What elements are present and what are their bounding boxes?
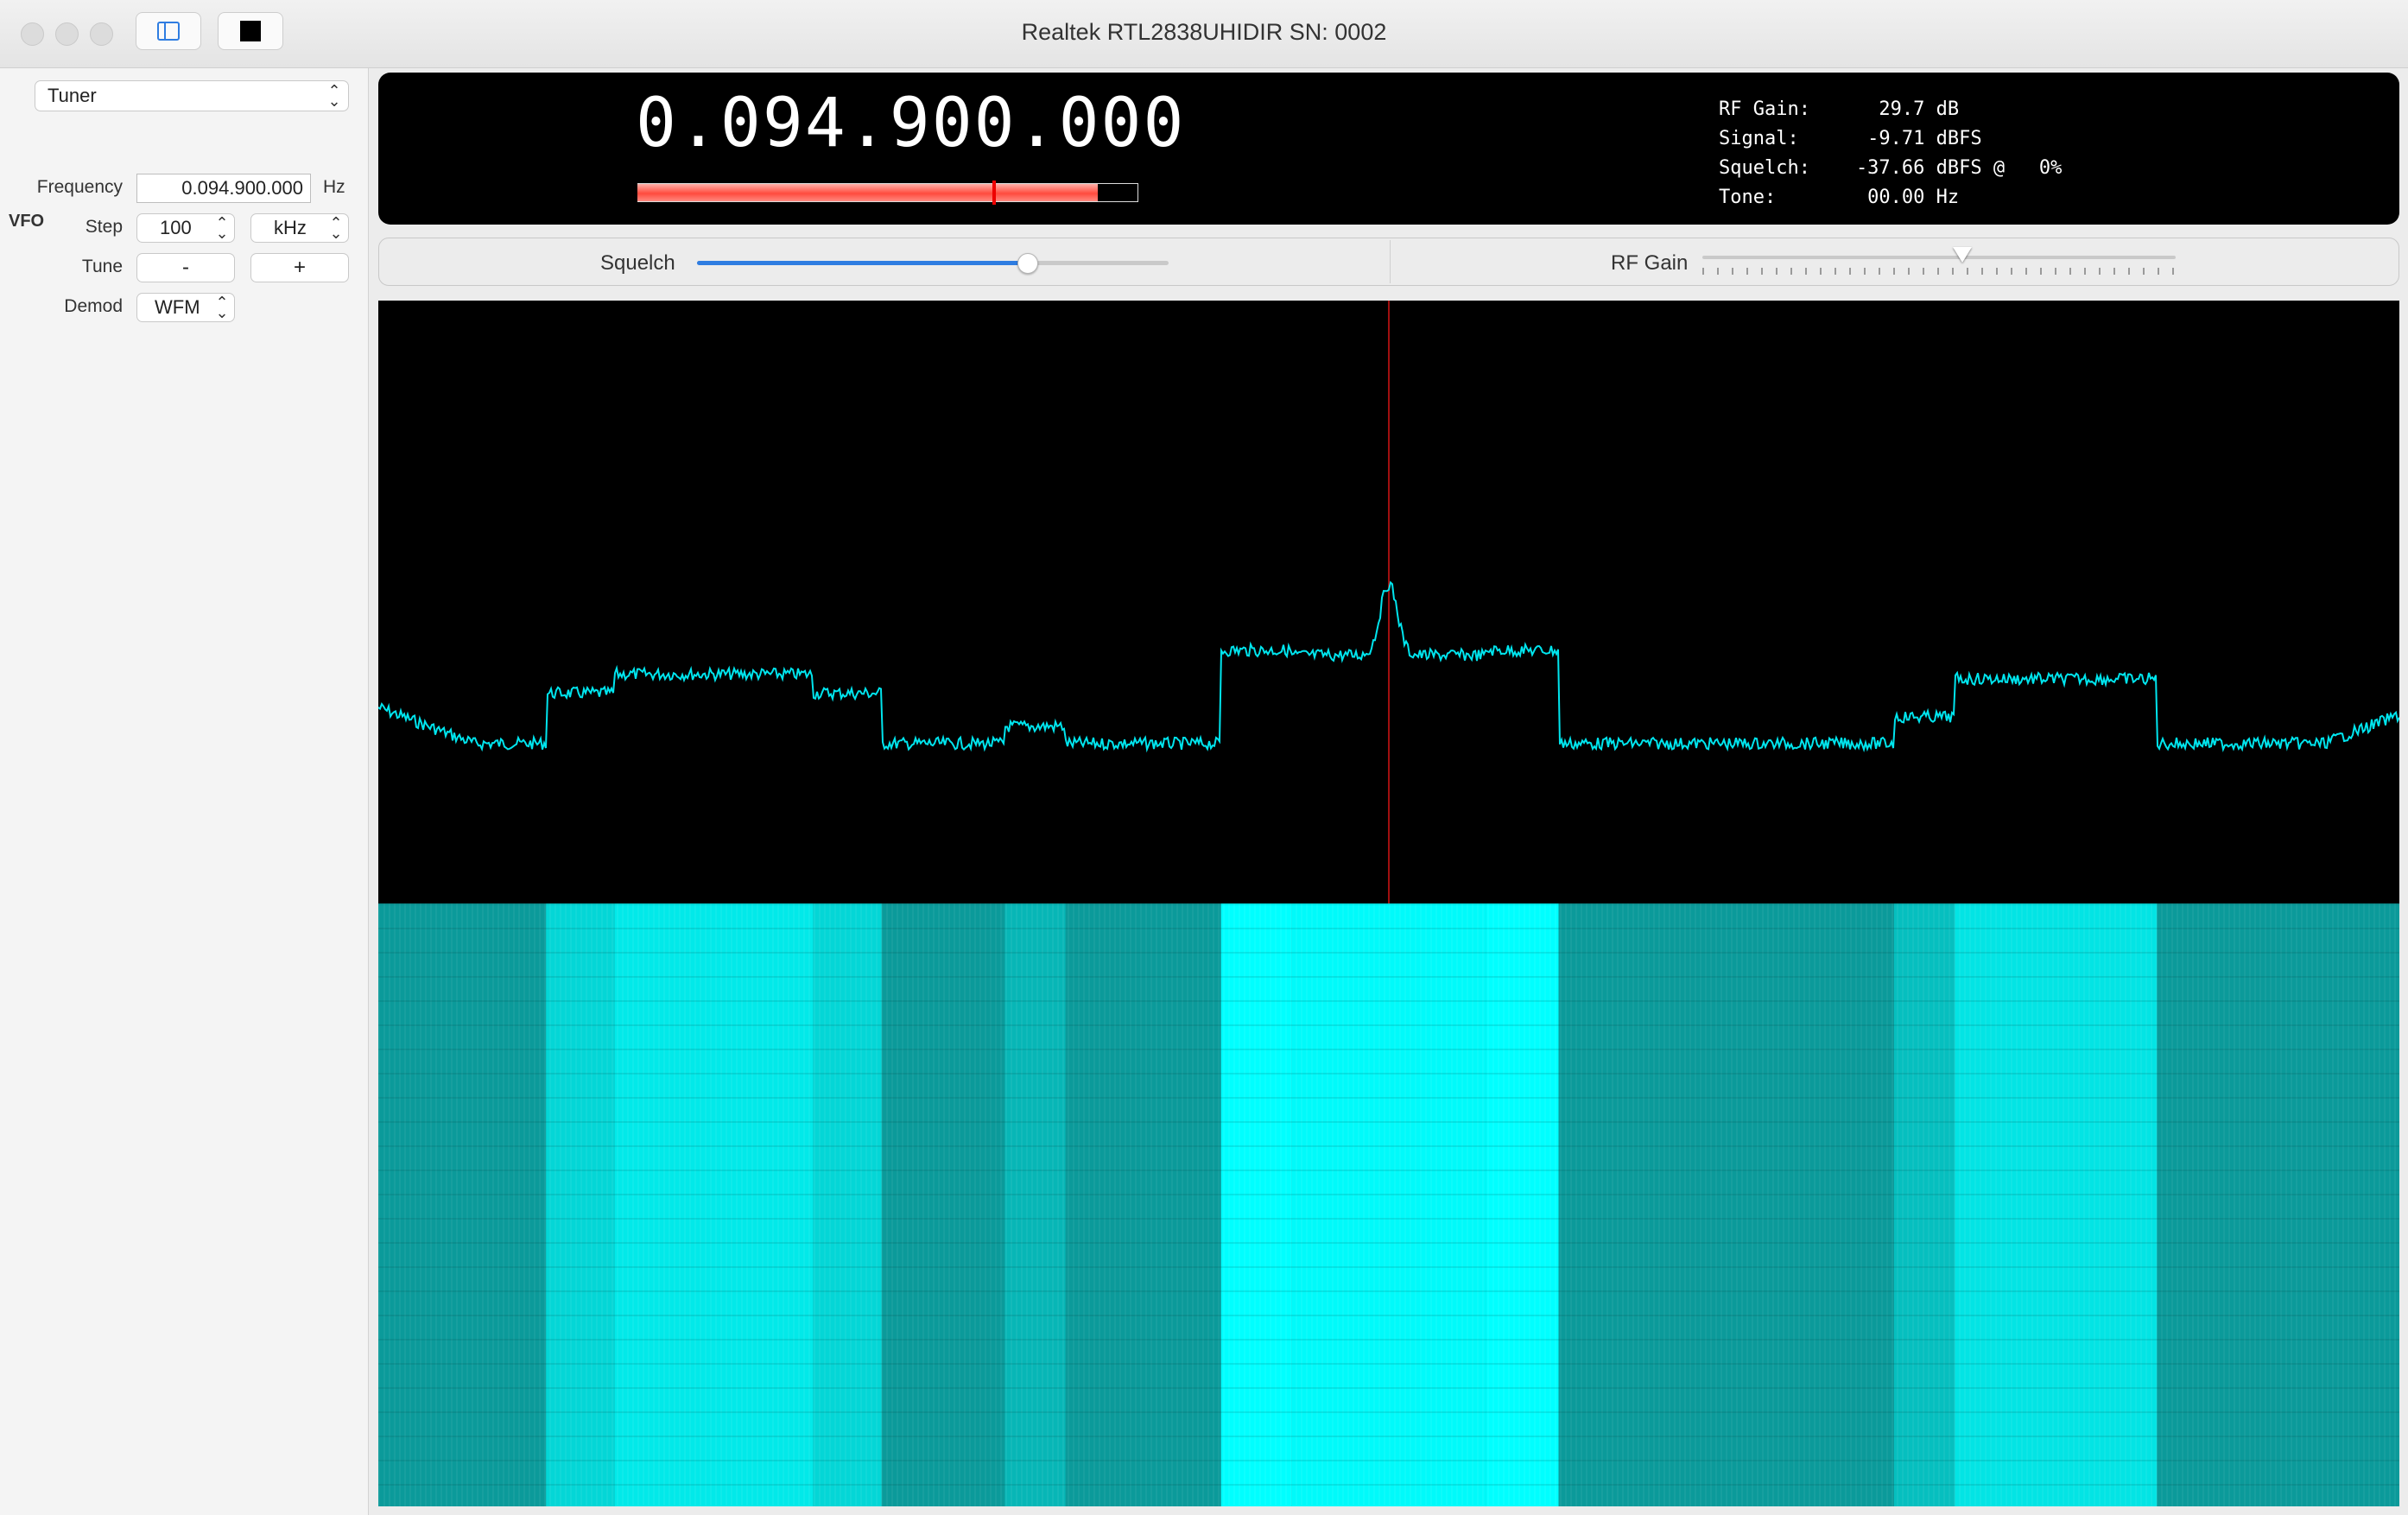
panel-select[interactable]: Tuner ⌃ ⌄ xyxy=(35,80,349,111)
waterfall-display[interactable] xyxy=(378,903,2399,1506)
squelch-readout: Squelch: -37.66 dBFS @ 0% xyxy=(1719,157,2063,179)
step-unit-select[interactable]: kHz ⌃ ⌄ xyxy=(250,213,349,243)
tune-down-button[interactable]: - xyxy=(136,253,235,282)
signal-meter-fill xyxy=(637,184,1098,201)
sidebar: Tuner ⌃ ⌄ VFO Frequency 0.094.900.000 Hz … xyxy=(0,68,369,1515)
tune-up-button[interactable]: + xyxy=(250,253,349,282)
signal-stats: RF Gain: 29.7 dB Signal: -9.71 dBFS Sque… xyxy=(1719,95,2062,212)
panel-select-value: Tuner xyxy=(48,85,97,106)
step-select[interactable]: 100 ⌃ ⌄ xyxy=(136,213,235,243)
squelch-label: Squelch xyxy=(600,251,675,275)
rf-gain-readout: RF Gain: 29.7 dB xyxy=(1719,98,1960,120)
rf-gain-slider-knob[interactable] xyxy=(1953,247,1973,263)
tone-readout: Tone: 00.00 Hz xyxy=(1719,187,1960,208)
frequency-unit: Hz xyxy=(323,177,345,197)
rf-gain-slider[interactable] xyxy=(1702,247,2176,275)
chevron-updown-icon: ⌃ ⌄ xyxy=(327,82,341,110)
rf-gain-ticks xyxy=(1702,268,2176,275)
squelch-slider-fill xyxy=(697,261,1028,265)
chevron-updown-icon: ⌃ ⌄ xyxy=(329,214,343,242)
step-label: Step xyxy=(85,217,123,237)
divider xyxy=(1390,240,1391,283)
squelch-level-marker xyxy=(992,181,997,205)
lcd-frequency: 0.094.900.000 xyxy=(636,85,1186,162)
tune-label: Tune xyxy=(81,257,123,276)
chevron-updown-icon: ⌃ ⌄ xyxy=(215,214,229,242)
slider-bar: Squelch RF Gain xyxy=(378,238,2399,286)
window-title: Realtek RTL2838UHIDIR SN: 0002 xyxy=(1021,19,1387,45)
signal-readout: Signal: -9.71 dBFS xyxy=(1719,128,1982,149)
squelch-slider-knob[interactable] xyxy=(1017,253,1039,274)
step-unit-value: kHz xyxy=(274,217,307,238)
step-value: 100 xyxy=(160,217,192,238)
signal-meter xyxy=(637,181,1138,205)
chevron-updown-icon: ⌃ ⌄ xyxy=(215,294,229,321)
demod-select[interactable]: WFM ⌃ ⌄ xyxy=(136,293,235,322)
waterfall-rows xyxy=(378,903,2399,1506)
waterfall-svg xyxy=(378,903,2399,1506)
spectrum-svg xyxy=(378,301,2399,903)
demod-label: Demod xyxy=(64,296,123,316)
frequency-label: Frequency xyxy=(36,177,123,197)
spectrum-plot[interactable] xyxy=(378,301,2399,903)
frequency-display-panel: 0.094.900.000 RF Gain: 29.7 dB Signal: -… xyxy=(378,73,2399,225)
demod-value: WFM xyxy=(155,296,200,318)
frequency-field[interactable]: 0.094.900.000 xyxy=(136,174,311,203)
title-bar: Realtek RTL2838UHIDIR SN: 0002 xyxy=(0,0,2408,68)
squelch-slider[interactable] xyxy=(697,253,1169,274)
rf-gain-label: RF Gain xyxy=(1611,251,1689,275)
